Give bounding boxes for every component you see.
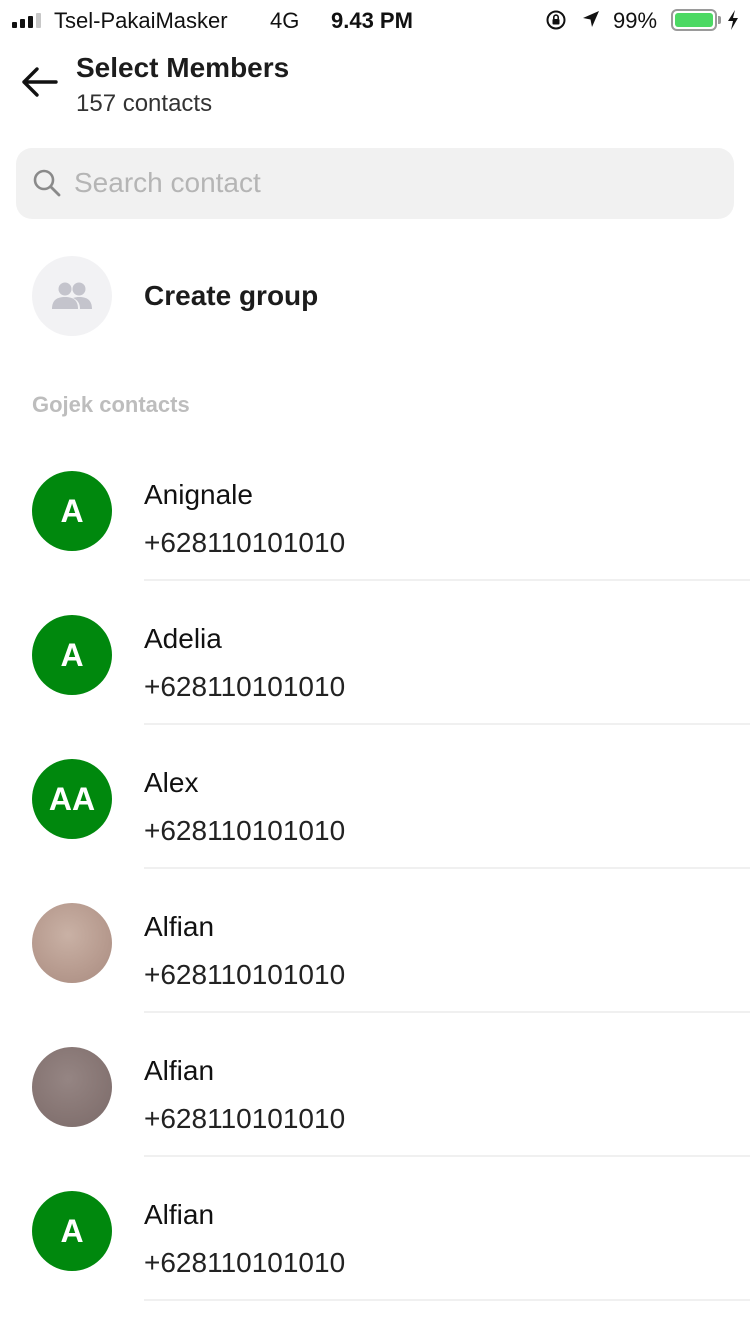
location-arrow-icon [583,11,599,27]
contact-count: 157 contacts [76,90,213,117]
charging-bolt-icon [728,10,738,30]
contact-name: Adelia [144,623,222,654]
group-avatar [32,256,112,336]
contact-phone: +628110101010 [144,527,346,558]
contact-row[interactable]: A Anignale +628110101010 [0,437,750,581]
contact-row[interactable]: A Alfian +628110101010 [0,1157,750,1301]
create-group-button[interactable]: Create group [0,250,750,342]
header: Select Members 157 contacts [0,40,750,130]
search-input[interactable] [74,158,714,208]
contact-phone: +628110101010 [144,1247,346,1278]
contact-row[interactable]: A Adelia +628110101010 [0,581,750,725]
page-title: Select Members [76,52,290,83]
status-bar: Tsel-PakaiMasker 4G 9.43 PM 99% [0,0,750,40]
contact-row[interactable]: AA Alex +628110101010 [0,725,750,869]
contact-name: Alfian [144,911,215,942]
divider [144,1299,750,1301]
network-type: 4G [270,8,300,33]
contact-phone: +628110101010 [144,671,346,702]
create-group-label: Create group [144,280,319,311]
battery-percentage: 99% [613,8,658,33]
carrier-name: Tsel-PakaiMasker [54,8,228,33]
contact-avatar: A [32,471,112,551]
contact-phone: +628110101010 [144,1103,346,1134]
status-time: 9.43 PM [331,8,413,33]
contact-photo [32,903,112,983]
contact-row[interactable]: Alfian +628110101010 [0,869,750,1013]
battery-fill [675,13,713,27]
orientation-lock-icon [546,10,566,30]
contact-avatar: AA [32,759,112,839]
contact-name: Alfian [144,1055,215,1086]
signal-strength-icon [12,12,41,28]
people-icon [52,282,92,309]
contact-name: Anignale [144,479,253,510]
search-icon [33,169,61,197]
contact-avatar: A [32,615,112,695]
contact-phone: +628110101010 [144,815,346,846]
contact-avatar: A [32,1191,112,1271]
section-header: Gojek contacts [32,392,190,417]
contact-list: A Anignale +628110101010 A Adelia +62811… [0,437,750,1301]
contact-row[interactable]: Alfian +628110101010 [0,1013,750,1157]
arrow-left-icon [22,67,58,97]
contact-phone: +628110101010 [144,959,346,990]
contact-name: Alfian [144,1199,215,1230]
back-button[interactable] [18,62,62,102]
contact-name: Alex [144,767,199,798]
contact-photo [32,1047,112,1127]
battery-icon [671,9,717,31]
search-box[interactable] [16,148,734,219]
